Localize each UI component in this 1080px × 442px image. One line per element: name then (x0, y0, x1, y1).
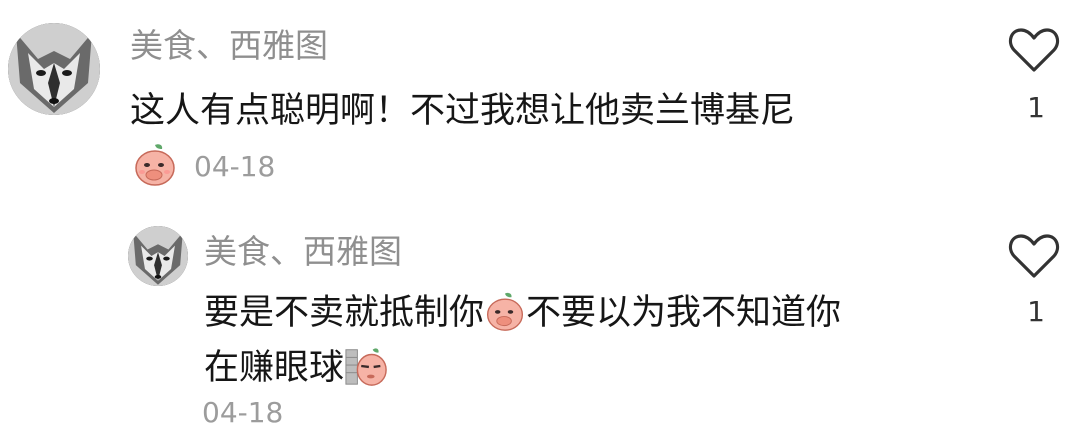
username[interactable]: 美食、西雅图 (204, 232, 402, 272)
comment-text-part3: 在赚眼球 (204, 348, 345, 388)
comment-date: 04-18 (194, 150, 276, 183)
comment-thread: 美食、西雅图 这人有点聪明啊！不过我想让他卖兰博基尼 04-18 1 美食、西雅… (0, 0, 1080, 442)
wolf-avatar-image (128, 226, 188, 286)
heart-icon[interactable] (1008, 232, 1060, 280)
avatar[interactable] (128, 226, 188, 286)
peach-covering-mouth-emoji (484, 290, 526, 332)
heart-icon[interactable] (1008, 26, 1060, 74)
comment-text-line2: 在赚眼球 (204, 345, 388, 391)
peach-sticker (132, 141, 178, 187)
like-count: 1 (1027, 295, 1045, 328)
comment-text: 这人有点聪明啊！不过我想让他卖兰博基尼 (130, 91, 796, 131)
like-count: 1 (1027, 91, 1045, 124)
avatar[interactable] (8, 23, 100, 115)
comment-date: 04-18 (202, 396, 284, 429)
peach-peeking-wall-emoji (344, 344, 388, 388)
wolf-avatar-image (8, 23, 100, 115)
comment-text: 要是不卖就抵制你 不要以为我不知道你 (204, 290, 841, 336)
comment-text-part2: 不要以为我不知道你 (526, 293, 842, 333)
comment-text-part1: 要是不卖就抵制你 (204, 293, 485, 333)
username[interactable]: 美食、西雅图 (130, 26, 328, 66)
